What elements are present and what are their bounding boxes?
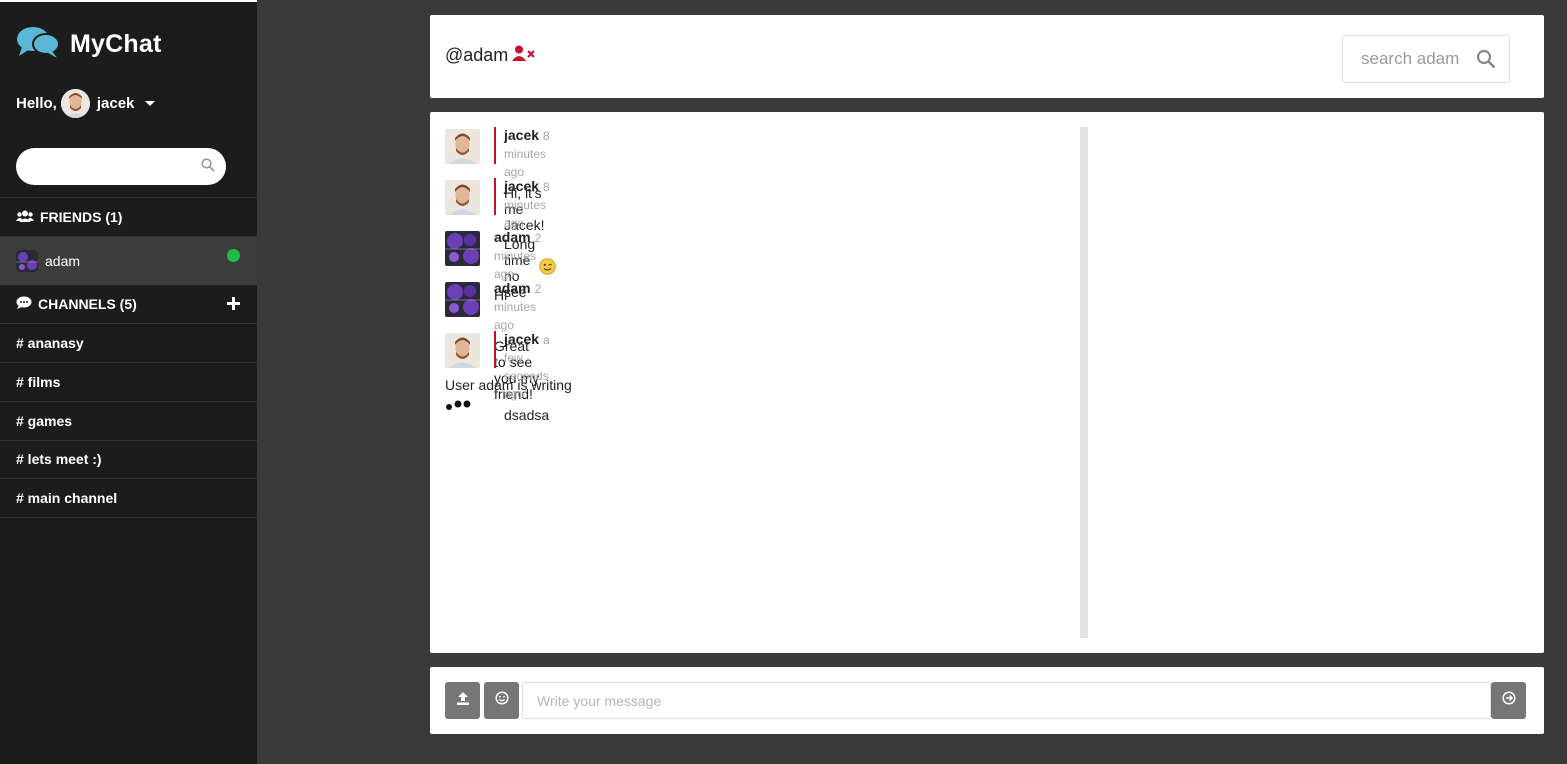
- app-title: MyChat: [70, 29, 162, 58]
- typing-indicator-text: User adam is writing: [445, 377, 572, 393]
- channel-item-main-channel[interactable]: # main channel: [0, 479, 257, 518]
- typing-dots-icon: [445, 398, 473, 416]
- channel-item-games[interactable]: # games: [0, 402, 257, 441]
- message-list: jacek 8 minutes ago Hi, it's me Jacek! ja…: [430, 112, 1544, 653]
- channel-item-lets-meet[interactable]: # lets meet :): [0, 440, 257, 479]
- channel-item-ananasy[interactable]: # ananasy: [0, 324, 257, 363]
- avatar: [60, 88, 90, 118]
- emoji-button[interactable]: [484, 682, 519, 719]
- message-body: adam 2 minutes ago Hi: [494, 229, 541, 303]
- user-remove-icon[interactable]: [512, 45, 536, 66]
- avatar: [445, 180, 480, 215]
- send-button[interactable]: [1491, 682, 1526, 719]
- message-body: adam 2 minutes ago Great to see you my fr…: [494, 280, 541, 402]
- search-icon[interactable]: [1476, 49, 1496, 74]
- message-body: jacek a few seconds ago dsadsa: [494, 331, 550, 423]
- search-icon[interactable]: [201, 158, 246, 177]
- message-body: jacek 8 minutes ago Long time no see: [494, 178, 556, 300]
- friend-name: adam: [45, 253, 81, 269]
- message-input[interactable]: [522, 682, 1491, 719]
- message-body: jacek 8 minutes ago Hi, it's me Jacek!: [494, 127, 550, 233]
- message-author[interactable]: jacek: [504, 127, 539, 143]
- message-author[interactable]: jacek: [504, 331, 539, 347]
- conversation-header: @adam search adam: [430, 15, 1544, 98]
- wink-emoji-icon: [539, 258, 556, 278]
- smile-icon: [494, 691, 509, 710]
- message-composer: [430, 667, 1544, 734]
- message-scrollbar[interactable]: [1080, 127, 1088, 638]
- conversation-name: @adam: [445, 45, 509, 65]
- online-status-dot: [227, 249, 240, 262]
- avatar: [445, 333, 480, 368]
- user-menu[interactable]: Hello, jacek: [16, 88, 156, 118]
- comment-icon: [16, 296, 32, 312]
- conversation-search[interactable]: search adam: [1342, 35, 1510, 83]
- conversation-search-placeholder: search adam: [1361, 49, 1460, 68]
- sidebar: MyChat Hello, jacek FRIENDS (1) adam CHA…: [0, 0, 257, 764]
- send-icon: [1501, 691, 1516, 710]
- message-text: dsadsa: [504, 407, 550, 423]
- sidebar-search-input[interactable]: [16, 148, 226, 185]
- channel-label: # ananasy: [16, 335, 84, 351]
- avatar: [445, 231, 480, 266]
- channel-label: # films: [16, 374, 61, 390]
- avatar: [445, 282, 480, 317]
- friends-label: FRIENDS (1): [40, 209, 123, 225]
- users-icon: [16, 209, 34, 225]
- channels-header: CHANNELS (5): [0, 285, 257, 324]
- channel-label: # games: [16, 413, 73, 429]
- channel-label: # main channel: [16, 490, 118, 506]
- channel-label: # lets meet :): [16, 451, 102, 467]
- avatar: [445, 129, 480, 164]
- greeting: Hello,: [16, 94, 57, 112]
- channel-item-films[interactable]: # films: [0, 363, 257, 402]
- message-author[interactable]: adam: [494, 229, 531, 245]
- upload-button[interactable]: [445, 682, 480, 719]
- message-author[interactable]: adam: [494, 280, 531, 296]
- friends-header: FRIENDS (1): [0, 197, 257, 237]
- caret-down-icon: [145, 100, 156, 106]
- plus-icon: [227, 293, 240, 315]
- friend-avatar: [16, 250, 38, 272]
- username: jacek: [96, 94, 135, 112]
- brand[interactable]: MyChat: [16, 26, 161, 62]
- add-channel-button[interactable]: [227, 296, 240, 312]
- conversation-title: @adam: [445, 45, 536, 66]
- friend-item-adam[interactable]: adam: [0, 237, 257, 285]
- chat-bubbles-icon: [16, 25, 60, 64]
- message-author[interactable]: jacek: [504, 178, 539, 194]
- channels-label: CHANNELS (5): [38, 296, 137, 312]
- upload-icon: [456, 691, 470, 710]
